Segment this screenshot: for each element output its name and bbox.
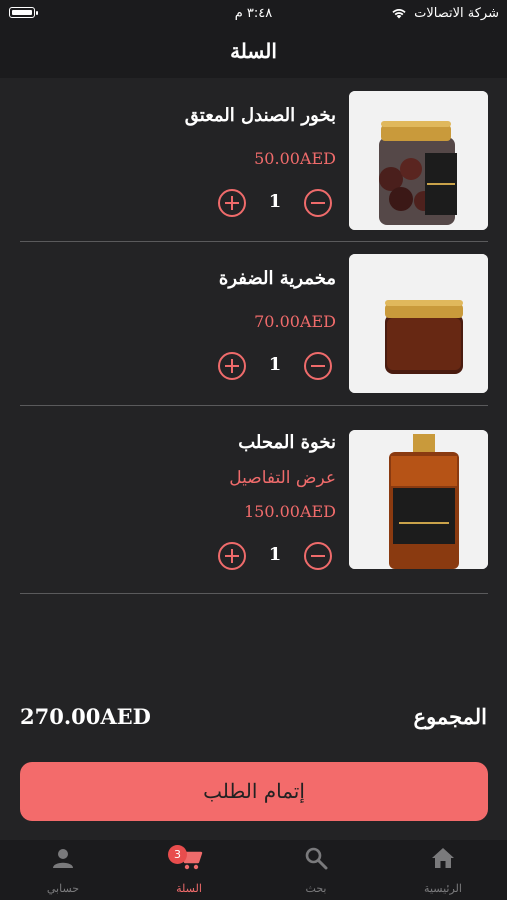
tab-label: بحث [305,882,327,895]
increase-quantity-button[interactable] [218,189,246,217]
product-image[interactable] [349,430,488,569]
increase-quantity-button[interactable] [218,352,246,380]
search-icon [305,847,328,870]
status-bar: ٣:٤٨ م شركة الاتصالات [0,0,507,28]
decrease-quantity-button[interactable] [304,542,332,570]
nav-bar: السلة [0,28,507,78]
decrease-quantity-button[interactable] [304,189,332,217]
product-image[interactable] [349,254,488,393]
tab-label: السلة [176,882,202,895]
increase-quantity-button[interactable] [218,542,246,570]
total-label: المجموع [413,704,487,729]
divider [20,241,488,242]
carrier-name: شركة الاتصالات [414,6,499,21]
cart-item: نخوة المحلب عرض التفاصيل 150.00AED 1 [20,430,488,594]
view-details-link[interactable]: عرض التفاصيل [229,468,336,488]
cart-item: مخمرية الضفرة 70.00AED 1 [20,254,488,406]
wifi-icon [392,9,406,19]
tab-home[interactable]: الرئيسية [398,840,488,900]
home-icon [432,848,454,868]
tab-cart[interactable]: 3 السلة [144,840,234,900]
person-icon [53,849,73,868]
tab-bar: حسابي 3 السلة بحث الرئيسية [0,840,507,900]
divider [20,593,488,594]
tab-account[interactable]: حسابي [18,840,108,900]
cart-item: بخور الصندل المعتق 50.00AED 1 [20,91,488,242]
product-name: نخوة المحلب [238,432,336,453]
checkout-button[interactable]: إتمام الطلب [20,762,488,821]
quantity-value: 1 [268,191,282,212]
quantity-value: 1 [268,354,282,375]
product-price: 70.00AED [254,312,336,331]
product-price: 50.00AED [254,149,336,168]
product-image[interactable] [349,91,488,230]
product-name: مخمرية الضفرة [218,268,336,289]
quantity-value: 1 [268,544,282,565]
tab-search[interactable]: بحث [271,840,361,900]
decrease-quantity-button[interactable] [304,352,332,380]
product-price: 150.00AED [243,502,336,521]
tab-label: الرئيسية [424,882,462,895]
tab-label: حسابي [46,882,80,895]
page-title: السلة [230,39,277,63]
product-name: بخور الصندل المعتق [184,105,336,126]
divider [20,405,488,406]
cart-count-badge: 3 [168,845,187,864]
total-value: 270.00AED [20,704,151,729]
